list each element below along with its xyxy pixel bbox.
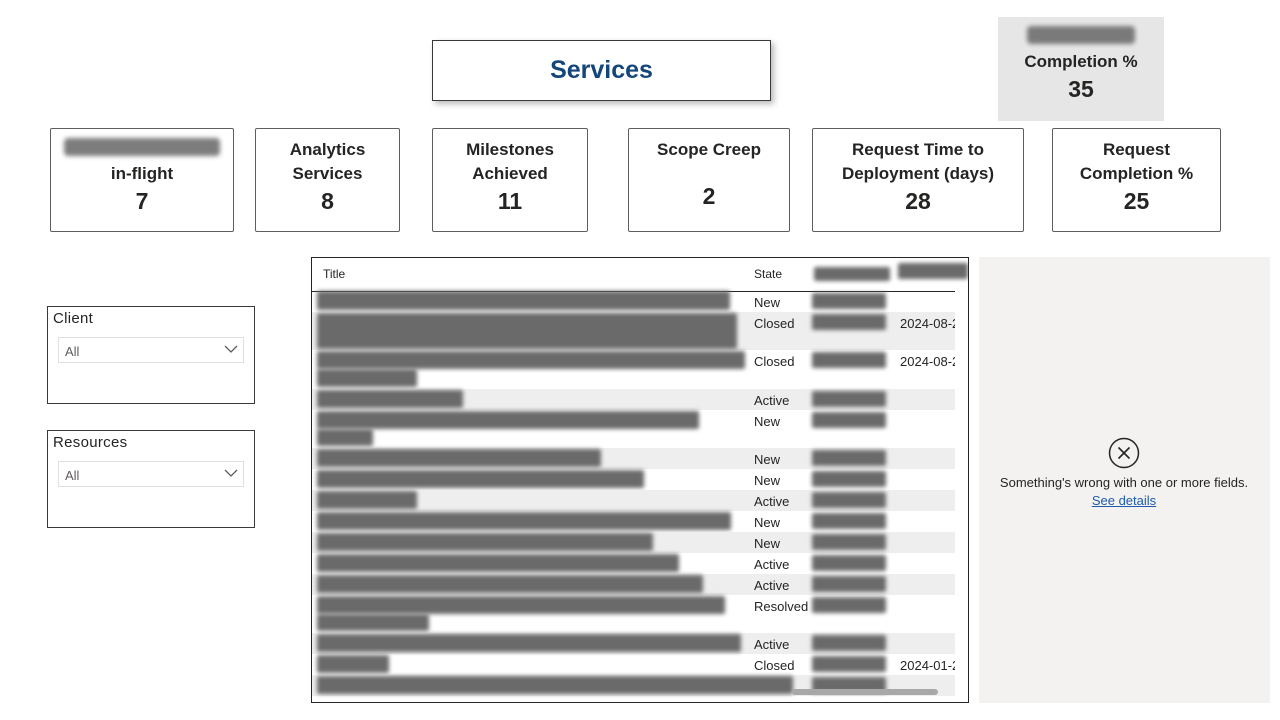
column-header-title[interactable]: Title <box>323 267 345 281</box>
table-row[interactable]: Closed 2024-08-2 <box>312 312 955 350</box>
table-row[interactable]: Active <box>312 633 955 654</box>
table-row[interactable]: New <box>312 511 955 532</box>
kpi-request-completion-label-1: Request <box>1102 140 1171 159</box>
resources-dropdown[interactable]: All <box>58 461 244 487</box>
row-state: New <box>754 452 781 467</box>
completion-card: Completion % 35 <box>998 17 1164 121</box>
resources-slicer-title: Resources <box>53 434 128 451</box>
row-state: New <box>754 295 781 310</box>
error-message: Something's wrong with one or more field… <box>999 474 1249 510</box>
row-state: New <box>754 536 781 551</box>
client-dropdown-value: All <box>65 344 80 359</box>
kpi-request-completion-value: 25 <box>1123 188 1150 214</box>
kpi-scope-value: 2 <box>702 183 716 209</box>
kpi-scope-label: Scope Creep <box>657 140 761 159</box>
redacted-label <box>998 26 1164 49</box>
row-date: 2024-08-2 <box>900 354 955 369</box>
kpi-request-time-value: 28 <box>905 188 931 214</box>
kpi-request-time: Request Time to Deployment (days) 28 <box>812 128 1024 232</box>
kpi-request-time-label-2: Deployment (days) <box>841 164 995 183</box>
table-row[interactable]: New <box>312 291 955 312</box>
row-state: Closed <box>754 658 795 673</box>
kpi-analytics-label-1: Analytics <box>289 140 366 159</box>
error-circle-x-icon <box>1108 437 1140 469</box>
row-state: Active <box>754 578 790 593</box>
table-row[interactable]: New <box>312 469 955 490</box>
table-row[interactable]: Active <box>312 389 955 410</box>
table-row[interactable]: Closed 2024-01-2 <box>312 654 955 675</box>
client-slicer-title: Client <box>53 310 94 327</box>
kpi-request-completion-label-2: Completion % <box>1079 164 1194 183</box>
row-state: Active <box>754 637 790 652</box>
row-state: New <box>754 515 781 530</box>
table-header: Title State <box>312 258 968 292</box>
row-state: Closed <box>754 316 795 331</box>
kpi-analytics-value: 8 <box>321 188 334 214</box>
table-row[interactable]: New <box>312 448 955 469</box>
kpi-in-flight-label: in-flight <box>110 164 174 183</box>
row-state: New <box>754 473 781 488</box>
row-date: 2024-08-2 <box>900 316 955 331</box>
kpi-milestones-label-2: Achieved <box>472 164 548 183</box>
kpi-milestones-label-1: Milestones <box>466 140 554 159</box>
see-details-link[interactable]: See details <box>1092 493 1156 508</box>
table-row[interactable]: New <box>312 532 955 553</box>
redacted-label <box>51 138 233 162</box>
resources-dropdown-value: All <box>65 468 80 483</box>
kpi-milestones-value: 11 <box>497 188 523 214</box>
kpi-in-flight-value: 7 <box>135 188 149 214</box>
kpi-request-completion: Request Completion % 25 <box>1052 128 1221 232</box>
row-date: 2024-01-2 <box>900 658 955 673</box>
redacted-column-header <box>898 263 968 279</box>
redacted-column-header <box>814 267 890 281</box>
row-state: Active <box>754 557 790 572</box>
horizontal-scrollbar[interactable] <box>792 689 938 695</box>
kpi-scope-creep: Scope Creep 2 <box>628 128 790 232</box>
table-row[interactable]: Resolved <box>312 595 955 633</box>
client-slicer: Client All <box>47 306 255 404</box>
kpi-analytics-label-2: Services <box>292 164 363 183</box>
chevron-down-icon <box>224 469 238 477</box>
table-row[interactable]: Active <box>312 553 955 574</box>
page-title-card: Services <box>432 40 771 101</box>
kpi-milestones-achieved: Milestones Achieved 11 <box>432 128 588 232</box>
work-items-table: Title State New Closed 2024-08-2 Closed … <box>311 257 969 703</box>
visual-error-panel: Something's wrong with one or more field… <box>979 257 1270 703</box>
table-row[interactable]: New <box>312 410 955 448</box>
table-row[interactable]: Closed 2024-08-2 <box>312 350 955 389</box>
chevron-down-icon <box>224 345 238 353</box>
page-title: Services <box>550 56 653 84</box>
completion-card-value: 35 <box>1068 76 1094 102</box>
kpi-in-flight: in-flight 7 <box>50 128 234 232</box>
row-state: Active <box>754 393 790 408</box>
error-message-text: Something's wrong with one or more field… <box>999 475 1249 490</box>
row-state: New <box>754 414 781 429</box>
row-state: Resolved <box>754 599 809 614</box>
kpi-analytics-services: Analytics Services 8 <box>255 128 400 232</box>
row-state: Closed <box>754 354 795 369</box>
completion-card-label: Completion % <box>1024 52 1138 71</box>
client-dropdown[interactable]: All <box>58 337 244 363</box>
kpi-request-time-label-1: Request Time to <box>852 140 984 159</box>
row-state: Active <box>754 494 790 509</box>
column-header-state[interactable]: State <box>754 267 782 281</box>
table-row[interactable]: Active <box>312 490 955 511</box>
table-row[interactable]: Active <box>312 574 955 595</box>
resources-slicer: Resources All <box>47 430 255 528</box>
